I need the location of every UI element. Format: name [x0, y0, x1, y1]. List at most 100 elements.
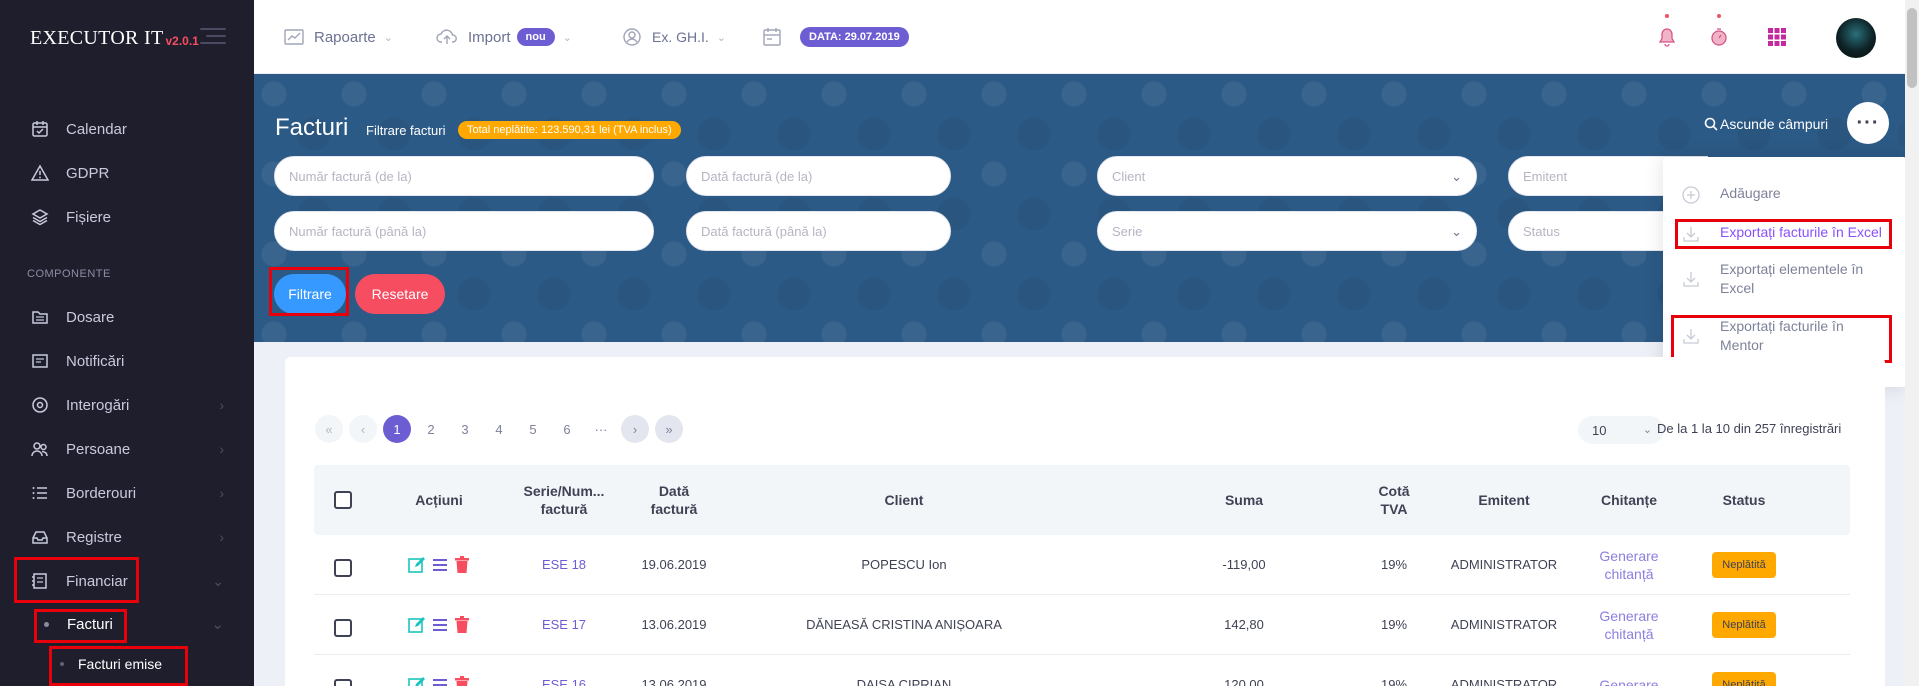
sidebar-item-gdpr[interactable]: GDPR [0, 151, 254, 195]
page-ellipsis[interactable]: ··· [587, 415, 615, 443]
menu-reports[interactable]: Rapoarte ⌄ [284, 0, 393, 74]
page-3[interactable]: 3 [451, 415, 479, 443]
inbox-icon [30, 527, 50, 547]
row-actions [384, 595, 494, 655]
chevron-down-icon: ⌄ [211, 616, 224, 633]
col-actions: Acțiuni [415, 492, 463, 508]
menu-export-invoices-mentor[interactable]: Exportați facturile în Mentor [1680, 317, 1880, 355]
next-page-button[interactable]: › [621, 415, 649, 443]
hide-fields-button[interactable]: Ascunde câmpuri [1704, 116, 1828, 132]
row-vat: 19% [1380, 677, 1408, 686]
menu-export-invoices-excel[interactable]: Exportați facturile în Excel [1680, 223, 1882, 245]
hamburger-icon[interactable] [200, 28, 226, 49]
edit-icon[interactable] [408, 616, 426, 634]
col-status[interactable]: Status [1694, 465, 1794, 535]
records-info: De la 1 la 10 din 257 înregistrări [1657, 421, 1842, 436]
edit-icon[interactable] [408, 676, 426, 686]
sidebar-item-persoane[interactable]: Persoane › [0, 427, 254, 471]
row-checkbox[interactable] [334, 619, 352, 637]
sidebar-item-borderouri[interactable]: Borderouri › [0, 471, 254, 515]
page-5[interactable]: 5 [519, 415, 547, 443]
stopwatch-icon [1711, 28, 1727, 46]
sidebar-item-interogari[interactable]: Interogări › [0, 383, 254, 427]
col-sum[interactable]: Suma [1194, 465, 1294, 535]
scrollbar-thumb[interactable] [1907, 8, 1917, 88]
more-options-button[interactable]: ··· [1847, 102, 1889, 144]
persons-icon [30, 439, 50, 459]
col-vat[interactable]: Cotă TVA [1364, 465, 1424, 535]
row-series[interactable]: ESE 18 [519, 535, 609, 595]
col-issuer[interactable]: Emitent [1444, 465, 1564, 535]
menu-ex[interactable]: Ex. GH.I. ⌄ [622, 0, 726, 74]
col-series[interactable]: Serie/Num... factură [519, 465, 609, 535]
sidebar-item-label: Financiar [66, 572, 128, 590]
invoice-date-to-input[interactable]: Dată factură (până la) [686, 211, 951, 251]
hide-fields-label: Ascunde câmpuri [1720, 116, 1829, 132]
sidebar-item-financiar[interactable]: Financiar ⌄ [0, 559, 254, 603]
date-indicator[interactable]: DATA: 29.07.2019 [762, 0, 909, 74]
edit-icon[interactable] [408, 556, 426, 574]
client-select[interactable]: Client ⌄ [1097, 156, 1477, 196]
avatar[interactable] [1836, 18, 1876, 58]
sidebar-item-calendar[interactable]: Calendar [0, 107, 254, 151]
page-1[interactable]: 1 [383, 415, 411, 443]
invoices-card: « ‹ 1 2 3 4 5 6 ··· › » 10 ⌄ De la 1 la … [285, 357, 1885, 686]
row-checkbox[interactable] [334, 559, 352, 577]
menu-export-items-excel[interactable]: Exportați elementele în Excel [1680, 260, 1880, 298]
brand-version: v2.0.1 [165, 34, 199, 48]
sidebar-item-notificari[interactable]: Notificări [0, 339, 254, 383]
sidebar-item-files[interactable]: Fișiere [0, 195, 254, 239]
invoice-number-from-input[interactable]: Număr factură (de la) [274, 156, 654, 196]
page-4[interactable]: 4 [485, 415, 513, 443]
sidebar-item-registre[interactable]: Registre › [0, 515, 254, 559]
col-date[interactable]: Dată factură [644, 465, 704, 535]
details-icon[interactable] [432, 557, 448, 573]
details-icon[interactable] [432, 677, 448, 686]
chevron-right-icon: › [219, 397, 224, 413]
menu-add[interactable]: Adăugare [1680, 184, 1781, 206]
row-series[interactable]: ESE 17 [519, 595, 609, 655]
select-all-checkbox[interactable] [334, 491, 352, 509]
delete-icon[interactable] [454, 616, 470, 634]
col-receipts: Chitanțe [1601, 492, 1657, 508]
calendar-icon [763, 28, 781, 46]
bullet-icon [44, 621, 49, 627]
row-receipt-link[interactable]: Generare chitanță [1584, 595, 1674, 655]
sidebar-item-dosare[interactable]: Dosare [0, 295, 254, 339]
prev-page-button[interactable]: ‹ [349, 415, 377, 443]
notifications-button[interactable] [1652, 14, 1682, 52]
row-receipt-link[interactable]: Generare chitanță [1584, 535, 1674, 595]
first-page-button[interactable]: « [315, 415, 343, 443]
col-client[interactable]: Client [714, 465, 1094, 535]
delete-icon[interactable] [454, 676, 470, 686]
last-page-button[interactable]: » [655, 415, 683, 443]
sidebar-subitem-facturi[interactable]: Facturi ⌄ [0, 605, 254, 643]
delete-icon[interactable] [454, 556, 470, 574]
invoice-date-from-input[interactable]: Dată factură (de la) [686, 156, 951, 196]
page-subtitle: Filtrare facturi [366, 123, 446, 138]
menu-export-items-excel-label: Exportați elementele în Excel [1720, 261, 1864, 296]
section-label: COMPONENTE [27, 268, 111, 280]
status-badge: Neplătită [1712, 552, 1776, 578]
page-6[interactable]: 6 [553, 415, 581, 443]
timer-button[interactable] [1704, 14, 1734, 52]
page-scrollbar[interactable] [1905, 0, 1919, 686]
table-header: Acțiuni Serie/Num... factură Dată factur… [314, 465, 1850, 535]
chevron-down-icon: ⌄ [716, 31, 727, 44]
row-checkbox[interactable] [334, 679, 352, 686]
sidebar-subitem-facturi-emise[interactable]: Facturi emise [0, 645, 254, 683]
series-select[interactable]: Serie ⌄ [1097, 211, 1477, 251]
invoice-number-to-input[interactable]: Număr factură (până la) [274, 211, 654, 251]
row-series[interactable]: ESE 16 [519, 655, 609, 686]
page-2[interactable]: 2 [417, 415, 445, 443]
menu-import[interactable]: Import nou ⌄ [436, 0, 572, 74]
page-size-select[interactable]: 10 ⌄ [1578, 416, 1664, 444]
reset-button[interactable]: Resetare [355, 274, 445, 314]
download-icon [1680, 223, 1702, 245]
apps-button[interactable] [1762, 22, 1792, 52]
details-icon[interactable] [432, 617, 448, 633]
row-receipt-link[interactable]: Generare [1584, 655, 1674, 686]
search-icon [30, 395, 50, 415]
filter-button[interactable]: Filtrare [274, 274, 346, 314]
row-actions [384, 535, 494, 595]
